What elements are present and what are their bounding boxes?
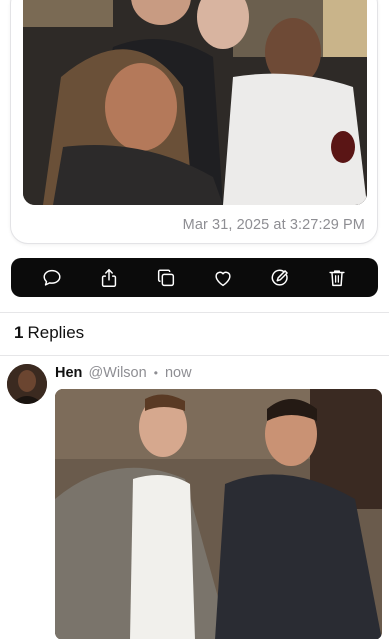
- group-photo-image: [23, 0, 367, 205]
- post-card: Mar 31, 2025 at 3:27:29 PM: [10, 0, 378, 244]
- avatar[interactable]: [7, 364, 47, 404]
- reply-time: now: [164, 365, 192, 381]
- replies-count: 1: [14, 323, 24, 342]
- share-button[interactable]: [95, 264, 123, 292]
- post-photo[interactable]: [23, 0, 367, 205]
- reply-author-handle[interactable]: @Wilson: [88, 365, 146, 381]
- copy-button[interactable]: [152, 264, 180, 292]
- avatar-image: [7, 364, 47, 404]
- reply-meta: Hen @Wilson • now: [55, 365, 192, 381]
- edit-button[interactable]: [266, 264, 294, 292]
- post-action-toolbar: [11, 258, 378, 297]
- comment-button[interactable]: [38, 264, 66, 292]
- copy-icon: [157, 268, 174, 286]
- reply-photo-image: [55, 389, 382, 639]
- replies-header: 1 Replies: [14, 323, 84, 343]
- reply-photo[interactable]: [55, 389, 382, 639]
- section-divider: [0, 312, 389, 313]
- reply-item: Hen @Wilson • now: [0, 356, 389, 639]
- heart-icon: [215, 271, 231, 286]
- comment-icon: [43, 269, 61, 286]
- share-icon: [101, 268, 116, 287]
- meta-separator: •: [153, 366, 158, 380]
- trash-icon: [329, 269, 345, 286]
- reply-author-name[interactable]: Hen: [55, 365, 82, 381]
- like-button[interactable]: [209, 264, 237, 292]
- post-timestamp: Mar 31, 2025 at 3:27:29 PM: [182, 217, 365, 233]
- edit-icon: [271, 269, 288, 286]
- delete-button[interactable]: [323, 264, 351, 292]
- replies-label: Replies: [27, 323, 85, 342]
